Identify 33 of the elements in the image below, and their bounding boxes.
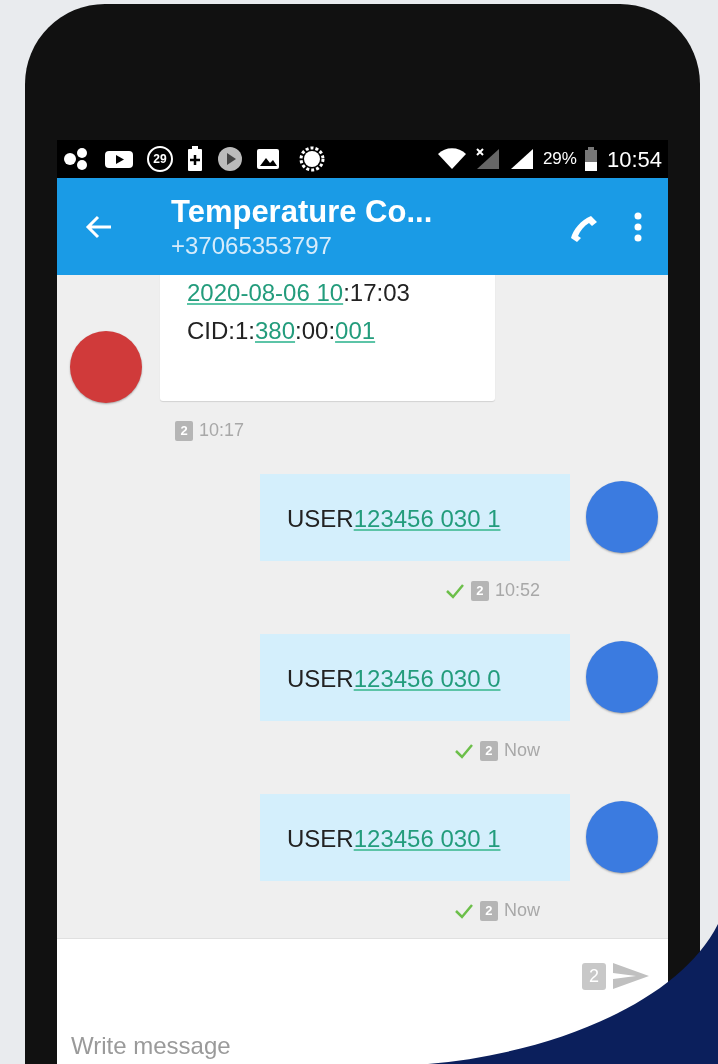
message-text: USER123456 030 1 [287, 824, 502, 854]
message-time: 10:17 [199, 419, 245, 442]
send-button[interactable] [612, 961, 650, 991]
message-text: CID:1:380:00:001 [187, 316, 377, 346]
play-circle-icon [217, 146, 243, 172]
contact-avatar [70, 331, 142, 403]
message-time: Now [504, 899, 540, 922]
notification-count: 29 [147, 146, 173, 172]
battery-icon [584, 147, 597, 171]
clock-time: 10:54 [606, 145, 662, 174]
message-time: 10:52 [494, 579, 540, 602]
brightness-icon [299, 146, 325, 172]
battery-plus-icon [186, 146, 204, 172]
wifi-icon [436, 148, 467, 170]
conversation-title: Temperature Co... [171, 192, 433, 231]
image-icon [256, 148, 280, 170]
contact-avatar [586, 481, 658, 553]
message-input[interactable]: Write message [71, 1028, 371, 1064]
phone-number: +37065353797 [171, 230, 333, 261]
sim-badge: 2 [480, 900, 498, 921]
message-text: USER123456 030 0 [287, 664, 502, 694]
video-play-icon [104, 148, 134, 170]
sim-badge: 2 [175, 420, 193, 441]
contact-avatar [586, 641, 658, 713]
message-text: 2020-08-06 10:17:03 [187, 278, 411, 308]
sim-badge: 2 [470, 580, 489, 601]
contact-avatar [586, 801, 658, 873]
message-time: Now [504, 739, 540, 762]
sim-badge: 2 [480, 740, 498, 761]
battery-percentage: 29% [542, 148, 577, 171]
message-text: USER123456 030 1 [287, 504, 502, 534]
more-options-icon[interactable] [634, 211, 642, 242]
signal-off-icon [474, 147, 501, 171]
